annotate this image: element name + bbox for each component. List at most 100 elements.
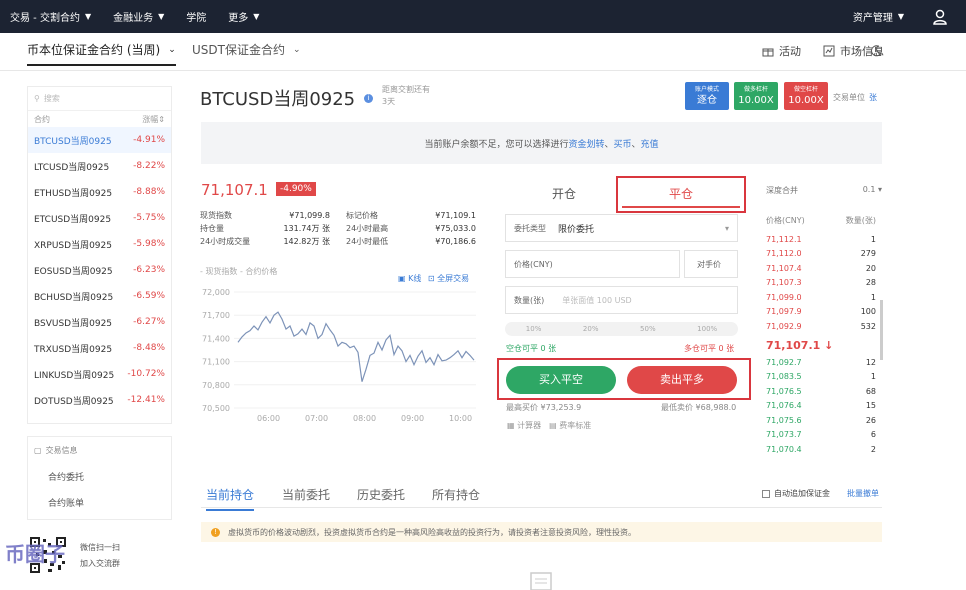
y-tick-label: 71,100 — [202, 358, 230, 367]
buy-coin-link[interactable]: 买币 — [614, 137, 632, 150]
order-qty: 68 — [865, 386, 876, 396]
market-row[interactable]: ETHUSD当周0925 -8.88% — [28, 179, 171, 205]
fullscreen-label: 全屏交易 — [437, 274, 470, 283]
market-row[interactable]: BCHUSD当周0925 -6.59% — [28, 283, 171, 309]
x-tick-label: 10:00 — [449, 414, 472, 423]
bid-row[interactable]: 71,076.4 15 — [766, 399, 876, 414]
kline-link[interactable]: ▣ K线 — [398, 274, 421, 283]
tab-open-position[interactable]: 开仓 — [552, 185, 576, 202]
ask-row[interactable]: 71,107.3 28 — [766, 276, 876, 291]
bid-row[interactable]: 71,092.7 12 — [766, 355, 876, 370]
stat-key: 24小时成交量 — [200, 237, 251, 246]
chevron-down-icon: ▼ — [253, 12, 260, 21]
order-price: 71,070.4 — [766, 444, 802, 454]
market-row[interactable]: EOSUSD当周0925 -6.23% — [28, 257, 171, 283]
nav-label: 交易 - 交割合约 — [10, 13, 80, 24]
fee-link[interactable]: ▤ 费率标准 — [549, 421, 591, 430]
ask-row[interactable]: 71,107.4 20 — [766, 261, 876, 276]
nav-finance[interactable]: 金融业务 ▼ — [113, 9, 164, 24]
ask-row[interactable]: 71,112.1 1 — [766, 232, 876, 247]
market-row[interactable]: LINKUSD当周0925 -10.72% — [28, 361, 171, 387]
bid-row[interactable]: 71,073.7 6 — [766, 428, 876, 443]
contract-orders-link[interactable]: 合约委托 — [28, 463, 171, 489]
orderbook-bids: 71,092.7 12 71,083.5 1 71,076.5 68 71,076.4 15 7… — [766, 355, 876, 457]
short-leverage-label: 做空杠杆 — [793, 86, 818, 93]
tab-current-orders[interactable]: 当前委托 — [282, 486, 330, 503]
trade-unit-value[interactable]: 张 — [869, 93, 877, 102]
tab-current-positions[interactable]: 当前持仓 — [206, 486, 255, 511]
order-tools: ▦ 计算器 ▤ 费率标准 — [507, 420, 591, 431]
col-change[interactable]: 涨幅⇕ — [142, 114, 165, 125]
price-input[interactable]: 价格(CNY) — [505, 250, 680, 278]
chevron-down-icon: ▼ — [158, 12, 165, 21]
tab-coin-margin-contract[interactable]: 币本位保证金合约 (当周) ⌄ — [27, 41, 176, 66]
order-type-value: 限价委托 — [558, 224, 595, 235]
quantity-input[interactable]: 数量(张) 单张面值 100 USD — [505, 286, 738, 314]
tab-all-positions[interactable]: 所有持仓 — [432, 486, 480, 503]
order-type-select[interactable]: 委托类型 限价委托 ▾ — [505, 214, 738, 242]
nav-asset-management[interactable]: 资产管理 ▼ — [853, 9, 904, 24]
tab-close-position[interactable]: 平仓 — [616, 176, 746, 213]
tab-usdt-margin-contract[interactable]: USDT保证金合约 ⌄ — [192, 41, 301, 58]
nav-academy[interactable]: 学院 — [186, 9, 206, 24]
info-icon[interactable]: i — [364, 94, 373, 103]
deposit-link[interactable]: 充值 — [641, 137, 659, 150]
order-qty: 1 — [870, 292, 876, 302]
order-qty: 12 — [865, 357, 876, 367]
orderbook-scrollbar[interactable] — [880, 300, 883, 360]
market-name: LINKUSD当周0925 — [34, 370, 115, 381]
search-input[interactable]: ⚲ 搜索 — [28, 87, 171, 111]
market-change: -6.23% — [133, 265, 165, 275]
buy-close-short-button[interactable]: 买入平空 — [506, 366, 616, 394]
market-row[interactable]: LTCUSD当周0925 -8.22% — [28, 153, 171, 179]
market-name: BCHUSD当周0925 — [34, 292, 114, 303]
order-tabs: 开仓 平仓 — [505, 176, 746, 216]
balance-notice: 当前账户余额不足，您可以选择进行 资金划转、买币、充值 — [201, 122, 882, 164]
quantity-percent-slider[interactable]: 10% 20% 50% 100% — [505, 322, 738, 336]
nav-trade-delivery[interactable]: 交易 - 交割合约 ▼ — [10, 9, 91, 24]
tab-history-orders[interactable]: 历史委托 — [357, 486, 405, 503]
ask-row[interactable]: 71,112.0 279 — [766, 247, 876, 262]
calculator-link[interactable]: ▦ 计算器 — [507, 421, 541, 430]
activity-label: 活动 — [779, 45, 801, 58]
user-icon[interactable] — [932, 9, 948, 25]
checkbox[interactable] — [762, 489, 770, 498]
batch-cancel-link[interactable]: 批量撤单 — [847, 488, 879, 499]
bid-row[interactable]: 71,070.4 2 — [766, 442, 876, 457]
settle-label: 距离交割还有 — [382, 85, 430, 94]
contract-bills-link[interactable]: 合约账单 — [28, 489, 171, 515]
transfer-link[interactable]: 资金划转 — [568, 137, 604, 150]
price-change-badge: -4.90% — [276, 182, 316, 196]
account-mode-button[interactable]: 账户模式 逐仓 — [685, 82, 729, 110]
market-row[interactable]: XRPUSD当周0925 -5.98% — [28, 231, 171, 257]
chevron-down-icon: ▾ — [724, 223, 729, 233]
bid-row[interactable]: 71,083.5 1 — [766, 370, 876, 385]
pct-50[interactable]: 50% — [640, 325, 656, 333]
long-leverage-button[interactable]: 做多杠杆 10.00X — [734, 82, 778, 110]
ask-row[interactable]: 71,097.9 100 — [766, 305, 876, 320]
chevron-down-icon: ⌄ — [168, 44, 176, 55]
market-row[interactable]: BSVUSD当周0925 -6.27% — [28, 309, 171, 335]
pct-10[interactable]: 10% — [526, 325, 542, 333]
auto-margin-checkbox[interactable]: 自动追加保证金 — [762, 488, 830, 499]
pct-100[interactable]: 100% — [697, 325, 717, 333]
activity-link[interactable]: 活动 — [762, 43, 801, 59]
short-leverage-button[interactable]: 做空杠杆 10.00X — [784, 82, 828, 110]
market-row[interactable]: TRXUSD当周0925 -8.48% — [28, 335, 171, 361]
order-price: 71,076.4 — [766, 401, 802, 411]
sell-close-long-button[interactable]: 卖出平多 — [627, 366, 737, 394]
settle-value: 3天 — [382, 97, 396, 106]
fullscreen-link[interactable]: ⊡ 全屏交易 — [428, 274, 469, 283]
ask-row[interactable]: 71,092.9 532 — [766, 319, 876, 334]
bid-row[interactable]: 71,075.6 26 — [766, 413, 876, 428]
market-row[interactable]: ETCUSD当周0925 -5.75% — [28, 205, 171, 231]
depth-select[interactable]: 0.1 ▾ — [863, 185, 882, 196]
ask-row[interactable]: 71,099.0 1 — [766, 290, 876, 305]
pct-20[interactable]: 20% — [583, 325, 599, 333]
nav-more[interactable]: 更多 ▼ — [228, 9, 259, 24]
bid-row[interactable]: 71,076.5 68 — [766, 384, 876, 399]
market-row[interactable]: DOTUSD当周0925 -12.41% — [28, 387, 171, 413]
counter-price-button[interactable]: 对手价 — [684, 250, 738, 278]
market-row[interactable]: BTCUSD当周0925 -4.91% — [28, 127, 171, 153]
moon-icon[interactable] — [870, 45, 882, 57]
